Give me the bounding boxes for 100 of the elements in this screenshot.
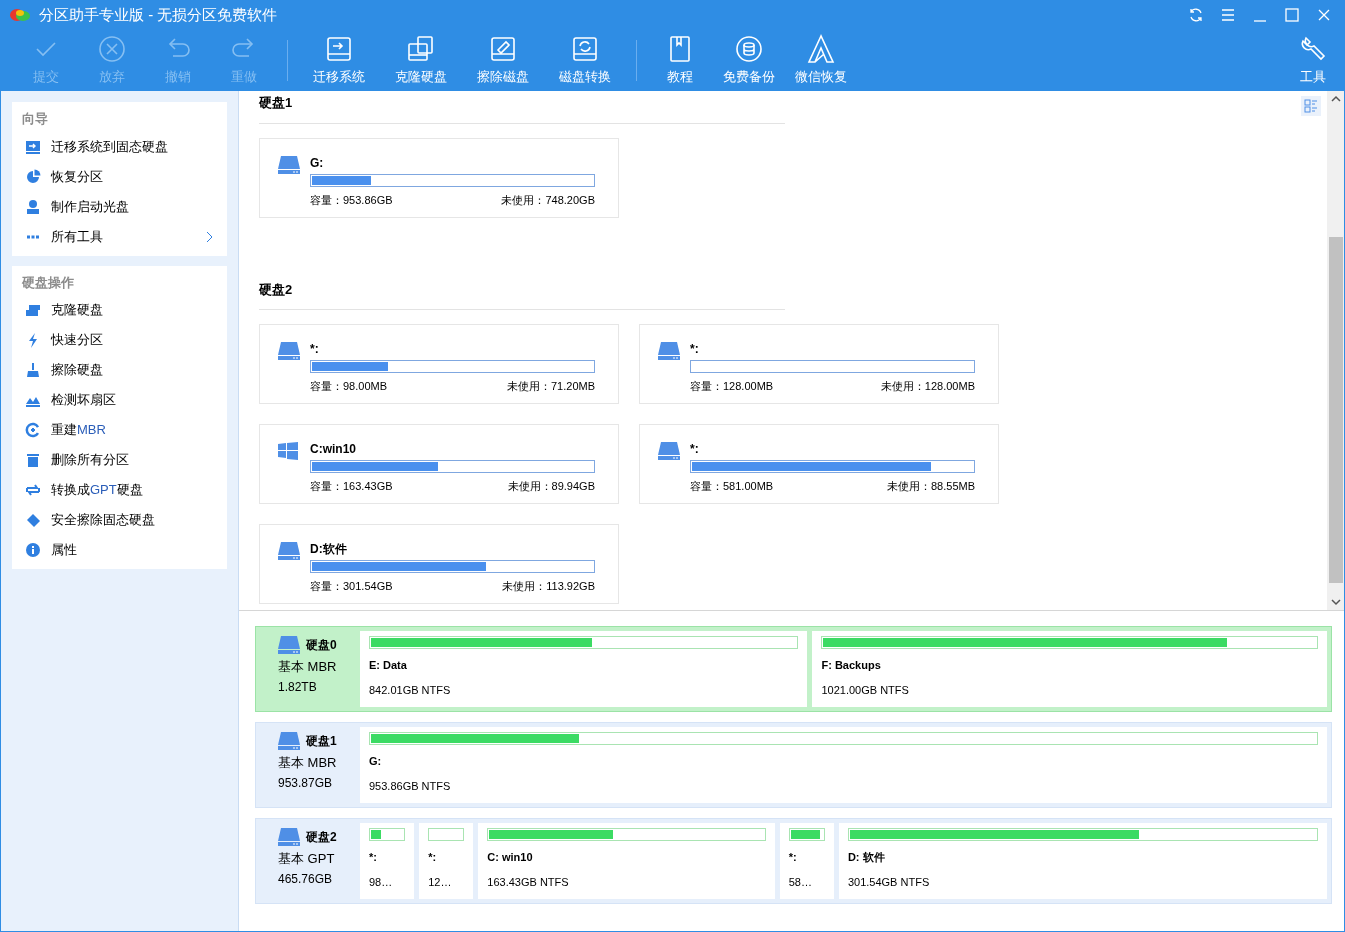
unused-text: 未使用：748.20GB <box>501 192 595 208</box>
sidebar-item-label: 快速分区 <box>51 331 103 350</box>
pie-icon <box>25 168 41 185</box>
close-icon[interactable] <box>1316 7 1332 23</box>
unused-text: 未使用：88.55MB <box>886 479 975 494</box>
partition-block[interactable]: C: win10 163.43GB NTFS <box>478 823 775 899</box>
partition-name: *: <box>690 442 700 456</box>
disk-name: 硬盘1 <box>306 733 337 750</box>
disk-type: 基本 MBR <box>278 754 338 772</box>
partition-block[interactable]: *: 98… <box>360 823 415 899</box>
backup-icon <box>734 34 764 65</box>
section-title: 硬盘操作 <box>21 273 75 292</box>
sidebar-item[interactable]: 迁移系统到固态硬盘 <box>12 131 227 162</box>
partition-block[interactable]: D: 软件 301.54GB NTFS <box>838 823 1327 899</box>
capacity-text: 容量：163.43GB <box>310 479 393 494</box>
windows-icon <box>278 442 298 460</box>
disk-type: 基本 MBR <box>278 658 338 676</box>
broom-icon <box>25 362 41 378</box>
disk-heading: 硬盘2 <box>259 277 785 310</box>
partition-name: E: Data <box>369 658 408 673</box>
sidebar-item[interactable]: 属性 <box>12 535 227 565</box>
sidebar-item[interactable]: 快速分区 <box>12 325 227 355</box>
sidebar-item-label: 恢复分区 <box>51 167 103 186</box>
partition-info: 12… <box>428 874 453 890</box>
sidebar-item-label: 检测坏扇区 <box>51 391 116 410</box>
disk-size: 465.76GB <box>278 870 334 888</box>
partition-card[interactable]: *: 容量：581.00MB 未使用：88.55MB <box>639 424 999 504</box>
chevron-right-icon <box>206 230 214 243</box>
partition-info: 98… <box>369 874 394 890</box>
view-toggle-icon[interactable] <box>1301 96 1321 116</box>
partition-card[interactable]: D:软件 容量：301.54GB 未使用：113.92GB <box>259 524 619 604</box>
disk-size: 953.87GB <box>278 774 334 792</box>
partition-info: 58… <box>788 874 813 890</box>
sidebar-item-label: 重建MBR <box>51 421 106 440</box>
menu-icon[interactable] <box>1220 7 1236 23</box>
scrollbar[interactable] <box>1327 91 1344 610</box>
unused-text: 未使用：89.94GB <box>507 479 595 494</box>
sidebar-item[interactable]: 克隆硬盘 <box>12 295 227 325</box>
capacity-text: 容量：953.86GB <box>310 192 393 208</box>
unused-text: 未使用：128.00MB <box>880 379 975 394</box>
partition-name: F: Backups <box>821 658 882 673</box>
partition-block[interactable]: *: 58… <box>779 823 834 899</box>
disk-size: 1.82TB <box>278 678 318 696</box>
cancel-icon <box>97 34 127 65</box>
info-icon <box>25 542 41 558</box>
disk-row[interactable]: 硬盘0 基本 MBR 1.82TB E: Data 842.01GB NTFS F: Backups 1021.00GB NTFS <box>255 626 1332 712</box>
partition-info: 953.86GB NTFS <box>369 778 452 794</box>
sidebar-item[interactable]: 转换成GPT硬盘 <box>12 475 227 505</box>
partition-card[interactable]: *: 容量：128.00MB 未使用：128.00MB <box>639 324 999 404</box>
window-title: 分区助手专业版 - 无损分区免费软件 <box>39 4 278 25</box>
partition-name: *: <box>428 850 438 865</box>
refresh-icon[interactable] <box>1188 7 1204 23</box>
partition-info: 842.01GB NTFS <box>369 682 452 698</box>
sidebar-item[interactable]: 擦除硬盘 <box>12 355 227 385</box>
partition-name: *: <box>690 342 700 356</box>
sidebar-item[interactable]: 重建MBR <box>12 415 227 445</box>
swap-icon <box>25 482 41 498</box>
drive-icon <box>278 542 300 560</box>
unused-text: 未使用：113.92GB <box>502 579 595 594</box>
partition-name: *: <box>310 342 320 356</box>
drive-icon <box>658 442 680 460</box>
drive-icon <box>278 828 300 846</box>
sidebar-item-label: 所有工具 <box>51 227 103 246</box>
sidebar-item[interactable]: 安全擦除固态硬盘 <box>12 505 227 535</box>
sidebar-item[interactable]: 检测坏扇区 <box>12 385 227 415</box>
partition-name: G: <box>310 155 325 170</box>
sidebar-item[interactable]: 制作启动光盘 <box>12 191 227 222</box>
sidebar-item[interactable]: 恢复分区 <box>12 161 227 192</box>
partition-name: *: <box>788 850 798 865</box>
partition-card[interactable]: G: 容量：953.86GB 未使用：748.20GB <box>259 137 619 218</box>
maximize-icon[interactable] <box>1284 7 1300 23</box>
partition-info: 301.54GB NTFS <box>847 874 931 890</box>
drive-icon <box>278 155 300 174</box>
partition-card[interactable]: C:win10 容量：163.43GB 未使用：89.94GB <box>259 424 619 504</box>
partition-block[interactable]: E: Data 842.01GB NTFS <box>360 631 808 707</box>
partition-block[interactable]: *: 12… <box>419 823 474 899</box>
partition-info: 163.43GB NTFS <box>487 874 570 890</box>
disk-name: 硬盘2 <box>306 829 337 846</box>
trash-icon <box>25 452 41 468</box>
unused-text: 未使用：71.20MB <box>506 379 595 394</box>
partition-name: D: 软件 <box>847 850 886 865</box>
partition-block[interactable]: F: Backups 1021.00GB NTFS <box>812 631 1327 707</box>
sidebar-item[interactable]: 所有工具 <box>12 221 227 252</box>
sidebar-item[interactable]: 删除所有分区 <box>12 445 227 475</box>
partition-card[interactable]: *: 容量：98.00MB 未使用：71.20MB <box>259 324 619 404</box>
disk-row[interactable]: 硬盘2 基本 GPT 465.76GB *: 98… *: 12… C: win10 163.43GB NTFS *: 58… D: 软件 301.54GB NTFS <box>255 818 1332 904</box>
disk-row[interactable]: 硬盘1 基本 MBR 953.87GB G: 953.86GB NTFS <box>255 722 1332 808</box>
sidebar-item-label: 转换成GPT硬盘 <box>51 481 143 500</box>
drive-icon <box>278 636 300 654</box>
drive-icon <box>278 342 300 360</box>
partition-name: G: <box>369 754 383 769</box>
drive-icon <box>278 732 300 750</box>
dots-icon <box>25 234 41 239</box>
partition-name: *: <box>369 850 378 865</box>
capacity-text: 容量：301.54GB <box>310 579 393 594</box>
partition-name: D:软件 <box>310 542 348 556</box>
partition-block[interactable]: G: 953.86GB NTFS <box>360 727 1327 803</box>
scrollbar-thumb[interactable] <box>1328 237 1343 583</box>
sidebar-item-label: 擦除硬盘 <box>51 361 103 380</box>
partition-info: 1021.00GB NTFS <box>821 682 910 698</box>
